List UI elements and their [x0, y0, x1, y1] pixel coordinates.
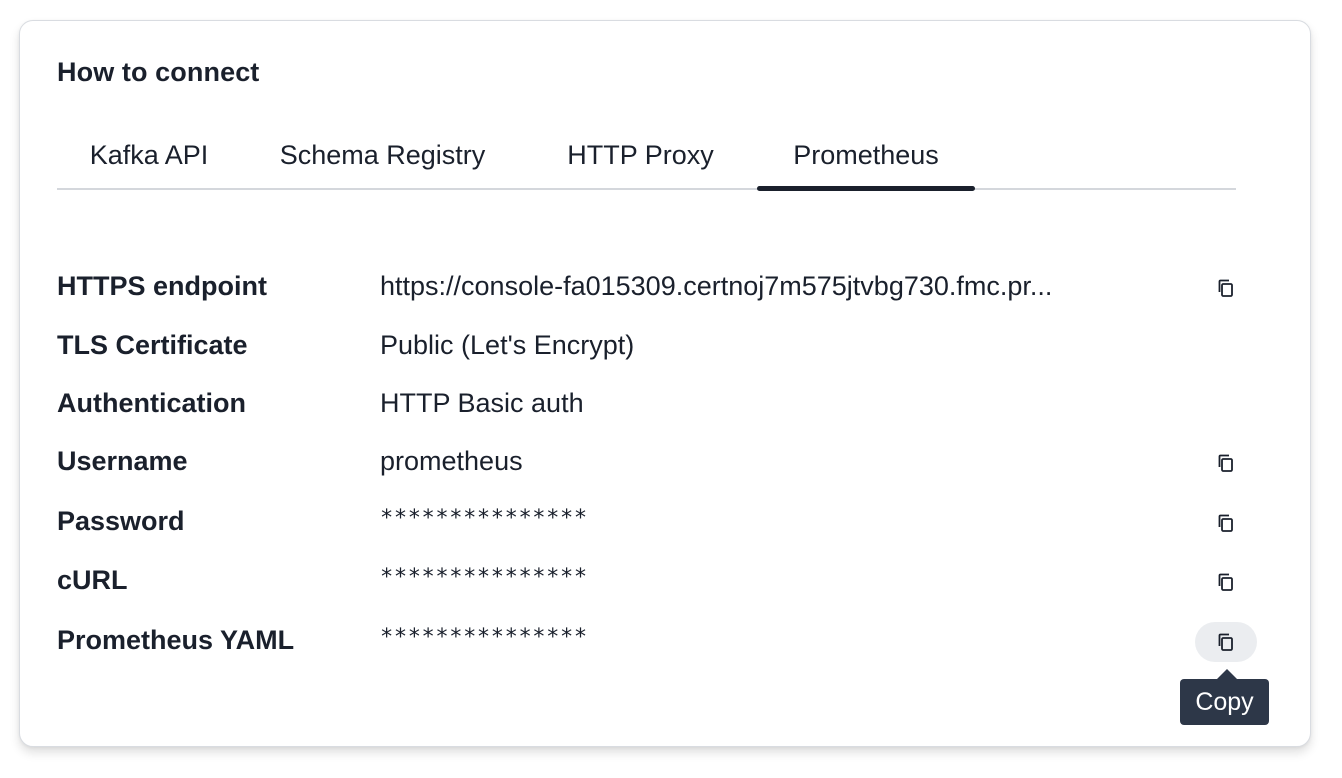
detail-value: *************** [380, 565, 588, 590]
detail-label: TLS Certificate [57, 330, 248, 360]
detail-label: Password [57, 506, 185, 536]
detail-row-authentication: Authentication HTTP Basic auth [57, 383, 1237, 423]
detail-label: Authentication [57, 388, 246, 418]
copy-button[interactable] [1195, 268, 1257, 308]
detail-row-password: Password *************** [57, 501, 1237, 541]
copy-button[interactable] [1195, 622, 1257, 662]
detail-label: cURL [57, 565, 128, 595]
tab-http-proxy[interactable]: HTTP Proxy [524, 127, 757, 188]
card-title: How to connect [57, 57, 260, 87]
detail-value: Public (Let's Encrypt) [380, 330, 635, 360]
detail-row-https-endpoint: HTTPS endpoint https://console-fa015309.… [57, 266, 1237, 306]
detail-label: Prometheus YAML [57, 625, 295, 655]
copy-button[interactable] [1195, 503, 1257, 543]
copy-icon [1218, 573, 1233, 591]
detail-value: *************** [380, 625, 588, 650]
detail-value: *************** [380, 506, 588, 531]
detail-row-prometheus-yaml: Prometheus YAML *************** [57, 620, 1257, 662]
tab-prometheus[interactable]: Prometheus [757, 127, 975, 191]
copy-icon [1218, 279, 1233, 297]
detail-value: https://console-fa015309.certnoj7m575jtv… [380, 271, 1053, 301]
copy-tooltip: Copy [1180, 669, 1269, 725]
tab-schema-registry[interactable]: Schema Registry [241, 127, 524, 188]
detail-label: HTTPS endpoint [57, 271, 267, 301]
detail-value: HTTP Basic auth [380, 388, 584, 418]
connection-tabs: Kafka API Schema Registry HTTP Proxy Pro… [57, 127, 1236, 191]
detail-row-tls-certificate: TLS Certificate Public (Let's Encrypt) [57, 325, 1237, 365]
copy-button[interactable] [1195, 443, 1257, 483]
detail-label: Username [57, 446, 188, 476]
detail-row-username: Username prometheus [57, 441, 1237, 481]
tab-kafka-api[interactable]: Kafka API [57, 127, 241, 188]
copy-button[interactable] [1195, 562, 1257, 602]
detail-value: prometheus [380, 446, 523, 476]
copy-icon [1218, 514, 1233, 532]
copy-icon [1218, 454, 1233, 472]
detail-row-curl: cURL *************** [57, 560, 1237, 600]
copy-icon [1218, 633, 1233, 651]
